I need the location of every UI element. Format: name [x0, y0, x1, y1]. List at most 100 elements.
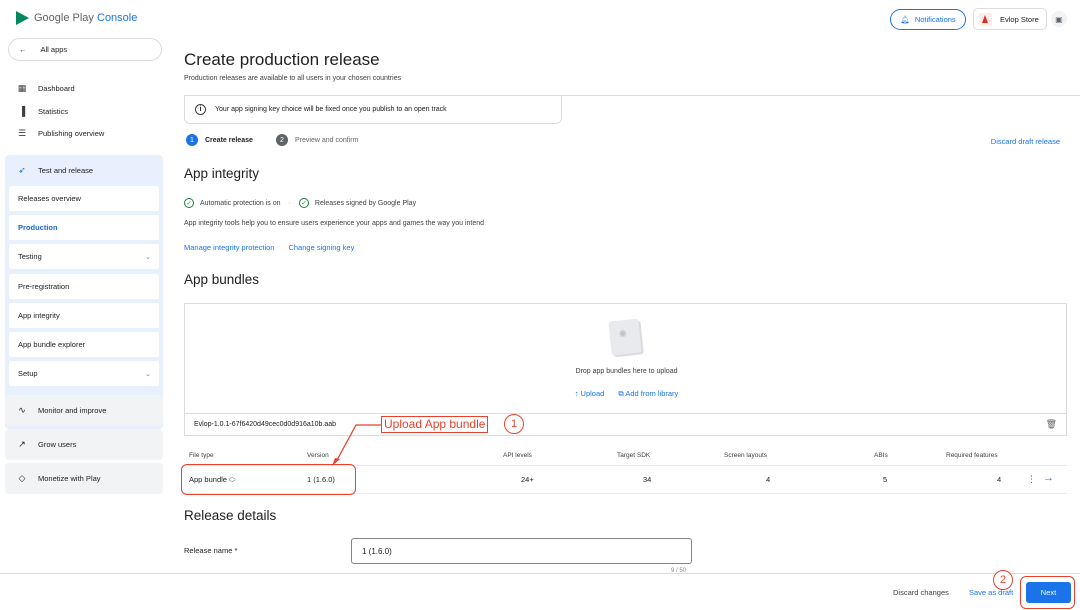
sidebar-item-releases-overview[interactable]: Releases overview [9, 186, 159, 211]
sidebar-item-dashboard[interactable]: ▦ Dashboard [16, 83, 75, 94]
cell-abis: 5 [883, 475, 888, 484]
sidebar-item-label: Publishing overview [38, 129, 105, 138]
info-icon: i [195, 104, 206, 115]
brand-main: Google Play [34, 12, 94, 24]
more-vert-icon[interactable]: ⋮ [1027, 474, 1036, 485]
uploaded-file-row: Evlop-1.0.1-67f6420d49cec0d0d916a10b.aab… [184, 413, 1067, 436]
sidebar-item-monetize-with-play[interactable]: ◇ Monetize with Play [5, 463, 163, 494]
sidebar-item-grow-users[interactable]: ↗ Grow users [5, 429, 163, 460]
chevron-down-icon: ⌄ [145, 253, 151, 261]
sub-item-label: Releases overview [18, 194, 81, 203]
step-preview-confirm[interactable]: 2 Preview and confirm [276, 134, 358, 146]
all-apps-label: All apps [40, 45, 68, 54]
col-target-sdk: Target SDK [617, 452, 651, 459]
add-from-library-button[interactable]: ⧉ Add from library [618, 389, 678, 399]
check-circle-icon: ✓ [184, 198, 194, 208]
integrity-description: App integrity tools help you to ensure u… [184, 220, 485, 227]
sidebar-item-label: Statistics [38, 106, 69, 116]
sub-item-label: Testing [18, 252, 42, 261]
sidebar-item-label: Monitor and improve [38, 406, 107, 415]
top-bar: Google Play Console 🔔︎ Notifications Evl… [0, 0, 1080, 38]
manage-integrity-link[interactable]: Manage integrity protection [184, 243, 274, 252]
sidebar-item-setup[interactable]: Setup ⌄ [9, 361, 159, 386]
sidebar-item-publishing-overview[interactable]: ☰ Publishing overview [16, 128, 104, 139]
cell-screen-layouts: 4 [766, 475, 771, 484]
release-details-heading: Release details [184, 508, 277, 523]
notifications-label: Notifications [914, 15, 956, 24]
page-title: Create production release [184, 50, 380, 69]
step-number: 1 [186, 134, 198, 146]
change-signing-key-link[interactable]: Change signing key [288, 243, 354, 252]
notifications-button[interactable]: 🔔︎ Notifications [890, 9, 966, 30]
help-icon[interactable]: ▣ [1051, 11, 1067, 27]
step-create-release[interactable]: 1 Create release [186, 134, 253, 146]
next-button[interactable]: Next [1026, 582, 1071, 603]
discard-draft-link[interactable]: Discard draft release [991, 137, 1060, 146]
upload-icon: ↑ [574, 389, 579, 398]
app-integrity-heading: App integrity [184, 166, 260, 181]
sub-item-label: Pre-registration [18, 282, 70, 291]
play-console-logo[interactable]: Google Play Console [16, 11, 137, 25]
sidebar-item-statistics[interactable]: ▐ Statistics [16, 106, 68, 116]
monitor-icon: ∿ [18, 405, 26, 415]
cell-api-levels: 24+ [521, 475, 534, 484]
integrity-links: Manage integrity protection Change signi… [184, 243, 354, 252]
sidebar: ← All apps ▦ Dashboard ▐ Statistics ☰ Pu… [0, 38, 172, 573]
store-name: Evlop Store [1000, 14, 1039, 24]
drop-text: Drop app bundles here to upload [575, 368, 678, 375]
all-apps-button[interactable]: ← All apps [8, 38, 162, 61]
grow-users-icon: ↗ [18, 439, 26, 449]
delete-icon[interactable]: 🗑︎ [1046, 419, 1057, 430]
step-label: Preview and confirm [295, 136, 359, 144]
bundle-drop-zone[interactable]: Drop app bundles here to upload ↑ Upload… [184, 303, 1067, 414]
sidebar-item-app-integrity[interactable]: App integrity [9, 303, 159, 328]
library-icon: ⧉ [618, 389, 624, 398]
col-file-type: File type [189, 452, 214, 459]
page-subtitle: Production releases are available to all… [184, 75, 402, 82]
signed-by-play-status: Releases signed by Google Play [314, 199, 417, 207]
main-content: Create production release Production rel… [172, 38, 1080, 574]
sidebar-item-app-bundle-explorer[interactable]: App bundle explorer [9, 332, 159, 357]
sub-item-label: Production [18, 223, 58, 232]
account-switcher[interactable]: Evlop Store [973, 8, 1047, 30]
sidebar-item-label: Dashboard [38, 84, 75, 93]
check-circle-icon: ✓ [298, 198, 309, 208]
sub-item-label: App bundle explorer [18, 340, 86, 349]
annotation-highlight-bundle-row [181, 464, 356, 495]
step-number: 2 [276, 134, 288, 146]
sidebar-item-label: Grow users [38, 440, 77, 449]
col-abis: ABIs [874, 452, 888, 459]
sidebar-item-production[interactable]: Production [9, 215, 159, 240]
rocket-icon: ➶ [18, 164, 26, 175]
col-version: Version [307, 452, 329, 459]
sidebar-item-test-and-release[interactable]: ➶ Test and release [5, 159, 163, 181]
col-required-features: Required features [946, 452, 998, 459]
annotation-arrow [332, 424, 381, 466]
dashboard-icon: ▦ [17, 83, 27, 93]
bell-icon: 🔔︎ [900, 15, 910, 24]
sidebar-item-pre-registration[interactable]: Pre-registration [9, 274, 159, 299]
file-name: Evlop-1.0.1-67f6420d49cec0d0d916a10b.aab [194, 421, 337, 428]
separator: · [288, 199, 291, 207]
play-logo-icon [16, 11, 29, 25]
sidebar-item-testing[interactable]: Testing ⌄ [9, 244, 159, 269]
upload-button[interactable]: ↑ Upload [575, 389, 605, 399]
cell-required-features: 4 [997, 475, 1002, 484]
back-arrow-icon: ← [19, 45, 27, 54]
discard-changes-button[interactable]: Discard changes [893, 588, 949, 597]
arrow-right-icon[interactable]: → [1043, 472, 1054, 484]
publishing-icon: ☰ [17, 128, 27, 138]
banner-text: Your app signing key choice will be fixe… [215, 106, 447, 113]
drop-actions: ↑ Upload ⧉ Add from library [185, 389, 1068, 399]
cell-target-sdk: 34 [643, 475, 652, 484]
tag-icon: ◇ [18, 473, 26, 483]
annotation-number-2: 2 [993, 570, 1013, 590]
brand-sub: Console [97, 12, 138, 24]
release-name-label: Release name * [184, 546, 238, 555]
col-api-levels: API levels [503, 452, 532, 459]
release-name-input[interactable]: 1 (1.6.0) [351, 538, 692, 564]
integrity-status: ✓ Automatic protection is on · ✓ Release… [184, 198, 416, 208]
signing-key-banner: i Your app signing key choice will be fi… [184, 96, 562, 124]
annotation-number-1: 1 [504, 414, 524, 434]
sidebar-item-monitor-and-improve[interactable]: ∿ Monitor and improve [5, 395, 163, 426]
